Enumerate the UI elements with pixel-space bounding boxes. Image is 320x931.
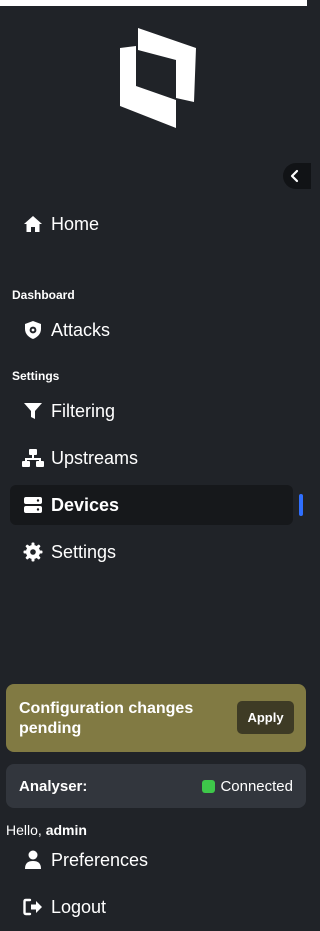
status-indicator	[202, 779, 216, 793]
collapse-sidebar-button[interactable]	[283, 163, 311, 189]
sidebar-item-devices[interactable]: Devices	[10, 485, 293, 525]
sidebar-item-label: Filtering	[51, 400, 116, 421]
sidebar-item-label: Logout	[51, 896, 107, 917]
chevron-left-icon	[290, 169, 299, 183]
username: admin	[45, 822, 87, 838]
apply-button[interactable]: Apply	[237, 701, 294, 734]
analyser-label: Analyser:	[19, 777, 88, 795]
greeting-text: Hello,	[6, 822, 42, 838]
server-icon	[22, 494, 44, 516]
analyser-status: Analyser: Connected	[6, 764, 306, 808]
filter-icon	[22, 400, 44, 422]
pending-changes-banner: Configuration changes pending Apply	[6, 684, 306, 752]
brand-logo	[120, 28, 196, 128]
sidebar-item-label: Settings	[51, 541, 117, 562]
user-greeting: Hello, admin	[6, 822, 87, 838]
home-icon	[22, 213, 44, 235]
sidebar-item-upstreams[interactable]: Upstreams	[10, 438, 293, 478]
top-edge	[0, 0, 307, 6]
sidebar-item-label: Upstreams	[51, 447, 139, 468]
sidebar-item-preferences[interactable]: Preferences	[10, 840, 293, 880]
active-indicator	[299, 494, 303, 516]
gear-icon	[22, 541, 44, 563]
section-settings: Settings	[12, 369, 60, 383]
sidebar-item-logout[interactable]: Logout	[10, 887, 293, 927]
sidebar-item-home[interactable]: Home	[10, 204, 293, 244]
pending-message: Configuration changes pending	[19, 700, 194, 737]
shield-gear-icon	[22, 319, 44, 341]
section-dashboard: Dashboard	[12, 288, 75, 302]
network-icon	[22, 447, 44, 469]
sidebar-item-label: Preferences	[51, 849, 149, 870]
sidebar-item-label: Devices	[51, 494, 120, 515]
status-text: Connected	[220, 777, 293, 795]
user-icon	[22, 849, 44, 871]
sidebar-item-label: Attacks	[51, 319, 111, 340]
sidebar-item-settings[interactable]: Settings	[10, 532, 293, 572]
sidebar-item-label: Home	[51, 213, 100, 234]
logout-icon	[22, 896, 44, 918]
sidebar-item-attacks[interactable]: Attacks	[10, 310, 293, 350]
sidebar-item-filtering[interactable]: Filtering	[10, 391, 293, 431]
